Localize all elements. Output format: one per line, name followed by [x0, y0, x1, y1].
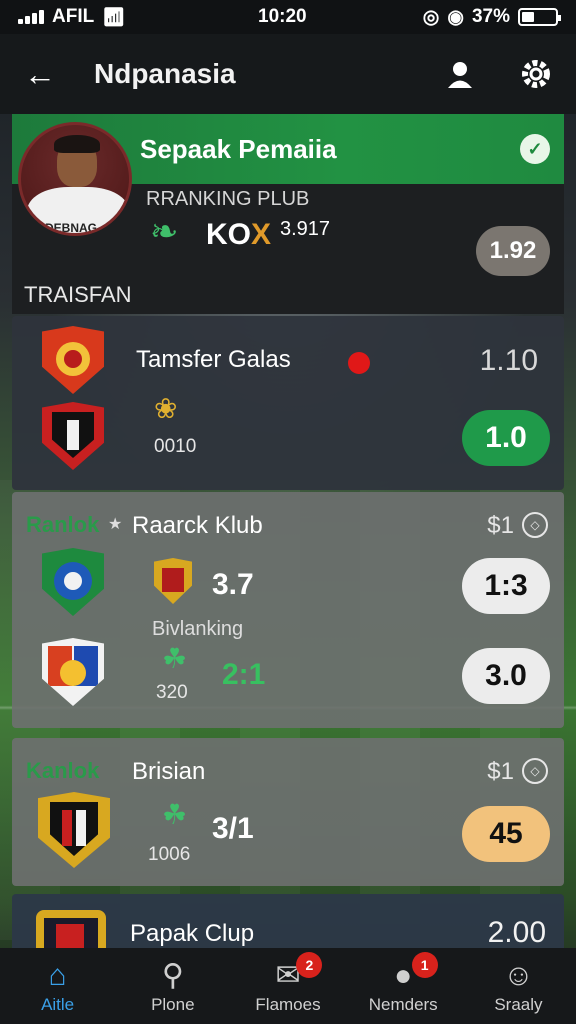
signal-icon [18, 10, 44, 24]
search-icon: ⚲ [161, 959, 184, 992]
club-card-partial[interactable]: Papak Clup 2.00 [12, 894, 564, 954]
battery-percent: 37% [471, 6, 510, 27]
nav-label: Aitle [41, 995, 75, 1014]
card-title: Tamsfer Galas [136, 346, 291, 373]
nav-inbox[interactable]: ✉ 2 Flamoes [230, 948, 345, 1024]
hero-number: 3.917 [280, 218, 331, 240]
diamond-icon: ◇ [522, 512, 548, 538]
notification-badge: 2 [296, 952, 323, 978]
club-crest-icon [42, 326, 104, 394]
status-time: 10:20 [258, 6, 307, 27]
nav-label: Nemders [368, 995, 438, 1014]
alarm-icon: ◎ [422, 6, 440, 28]
nav-label: Flamoes [255, 995, 321, 1014]
nav-profile[interactable]: ☺ Sraaly [461, 948, 576, 1024]
star-icon: ★ [108, 516, 123, 533]
live-indicator-icon [348, 352, 370, 374]
card-meta: $1 [487, 512, 514, 539]
back-arrow-icon[interactable]: ← [20, 54, 60, 94]
ranking-card[interactable]: Ranlok ★ Raarck Klub $1 ◇ 3.7 Bivlanking… [12, 492, 564, 728]
club-crest-icon [42, 402, 104, 470]
odds-pill[interactable]: 1.0 [462, 410, 550, 466]
profile-icon[interactable] [440, 54, 480, 94]
card-value-top: 1.10 [479, 344, 538, 377]
hero-odds-pill[interactable]: 1.92 [476, 226, 550, 276]
odds-pill[interactable]: 1:3 [462, 558, 550, 614]
ranking-label: RRANKING PLUB [146, 188, 310, 210]
score-primary: 3.7 [212, 568, 254, 601]
hero-code: KOX [206, 218, 272, 251]
club-crest-small-icon [154, 558, 192, 604]
battery-icon [518, 8, 561, 26]
transfer-card[interactable]: Tamsfer Galas 1.10 ❀ 0010 1.0 [12, 316, 564, 490]
leaf-icon: ☘ [162, 799, 188, 830]
card-tag: Kanlok [26, 758, 100, 783]
card-title: Brisian [132, 758, 206, 785]
nav-home[interactable]: ⌂ Aitle [0, 948, 115, 1024]
notification-icon: ◉ [447, 6, 464, 28]
home-icon: ⌂ [48, 959, 67, 992]
jersey-text: DEBNAG [45, 221, 98, 235]
emblem-icon: ❀ [154, 393, 178, 424]
card-sub: 0010 [154, 436, 197, 457]
notification-badge: 1 [411, 952, 438, 978]
bottom-navigation: ⌂ Aitle ⚲ Plone ✉ 2 Flamoes ● 1 Nemders … [0, 948, 576, 1024]
club-crest-icon [42, 638, 104, 706]
player-hero-card[interactable]: Sepaak Pemaiia ✓ DEBNAG RRANKING PLUB ❧ … [12, 114, 564, 314]
score-secondary: 2:1 [222, 658, 266, 691]
bird-logo-icon: ❧ [150, 213, 179, 251]
profile-icon: ☺ [503, 959, 534, 992]
check-icon[interactable]: ✓ [520, 134, 550, 164]
club-crest-icon [42, 548, 104, 616]
settings-gear-icon[interactable] [516, 54, 556, 94]
card-sub2: 320 [156, 682, 188, 703]
hero-title: Sepaak Pemaiia [140, 134, 337, 164]
odds-pill[interactable]: 45 [462, 806, 550, 862]
ball-icon: ● [394, 959, 413, 992]
player-avatar: DEBNAG [18, 122, 132, 236]
section-label: TRAISFAN [24, 282, 132, 307]
nav-label: Plone [151, 995, 195, 1014]
app-bar: ← Ndpanasia [0, 34, 576, 114]
score-primary: 3/1 [212, 812, 254, 845]
nav-search[interactable]: ⚲ Plone [115, 948, 230, 1024]
club-card[interactable]: Kanlok Brisian $1 ◇ ☘ 3/1 1006 45 [12, 738, 564, 886]
page-title: Ndpanasia [94, 58, 236, 89]
nav-members[interactable]: ● 1 Nemders [346, 948, 461, 1024]
card-tag: Ranlok [26, 512, 100, 537]
status-bar: AFIL 📶︎ 10:20 ◎ ◉ 37% [0, 0, 576, 34]
card-value: 2.00 [487, 916, 546, 949]
battery-level [522, 12, 534, 22]
card-meta: $1 [487, 758, 514, 785]
odds-pill[interactable]: 3.0 [462, 648, 550, 704]
diamond-icon: ◇ [522, 758, 548, 784]
wifi-icon: 📶︎ [102, 6, 126, 27]
card-sub-label: Bivlanking [152, 618, 244, 640]
nav-label: Sraaly [494, 995, 543, 1014]
card-sub: 1006 [148, 844, 191, 865]
card-title: Papak Clup [130, 920, 255, 947]
card-title: Raarck Klub [132, 512, 263, 539]
carrier-label: AFIL [52, 6, 95, 27]
club-crest-icon [38, 792, 110, 868]
leaf-icon: ☘ [162, 643, 188, 674]
